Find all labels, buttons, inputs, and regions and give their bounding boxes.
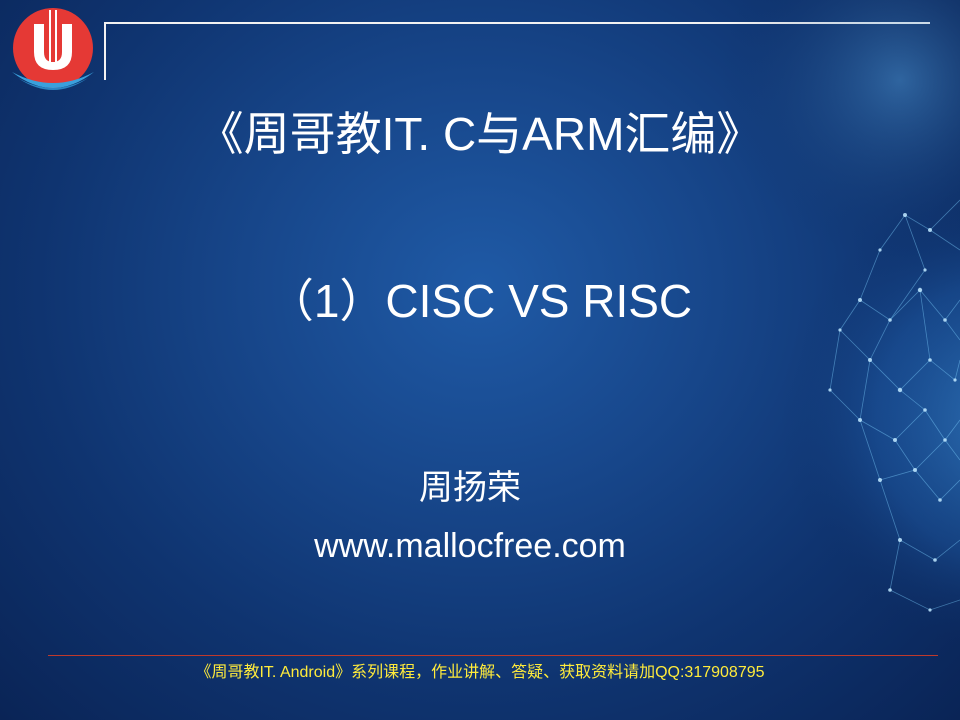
frame-top-line: [104, 22, 930, 24]
slide: 《周哥教IT. C与ARM汇编》 （1）CISC VS RISC 周扬荣 www…: [0, 0, 960, 720]
slide-subtitle: （1）CISC VS RISC: [267, 275, 693, 327]
website-url: www.mallocfree.com: [314, 527, 626, 565]
slide-title: 《周哥教IT. C与ARM汇编》: [197, 108, 763, 160]
footer-text: 《周哥教IT. Android》系列课程，作业讲解、答疑、获取资料请加QQ:31…: [195, 664, 765, 681]
mallocfree-logo-icon: [12, 8, 94, 90]
author-name: 周扬荣: [419, 469, 521, 507]
frame-left-line: [104, 22, 106, 80]
footer-divider: [48, 655, 938, 656]
